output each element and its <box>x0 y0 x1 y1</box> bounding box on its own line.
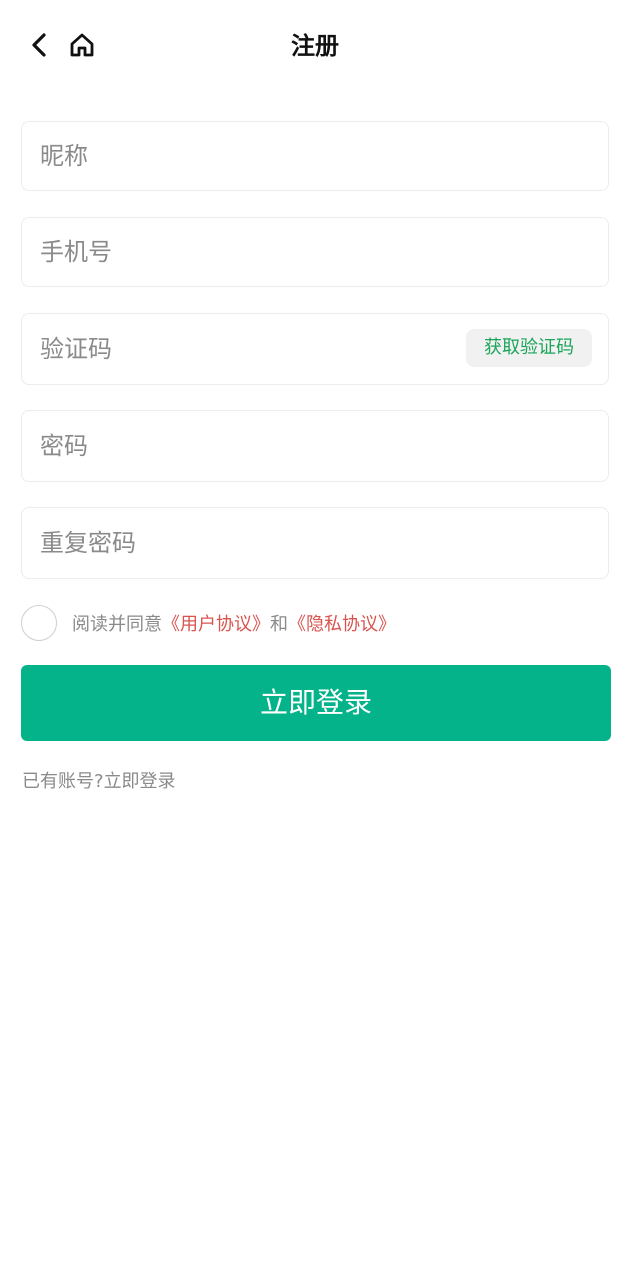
login-link[interactable]: 立即登录 <box>104 771 176 792</box>
nickname-input[interactable] <box>40 122 460 190</box>
back-button[interactable] <box>22 26 56 64</box>
home-icon <box>70 33 94 57</box>
repeat-password-input[interactable] <box>40 508 460 578</box>
password-field-box <box>21 410 609 482</box>
login-prompt: 已有账号?立即登录 <box>22 768 176 796</box>
phone-input[interactable] <box>40 218 460 286</box>
agreement-checkbox[interactable] <box>21 605 57 641</box>
repeat-password-field-box <box>21 507 609 579</box>
home-button[interactable] <box>64 26 100 64</box>
header: 注册 <box>0 0 630 92</box>
submit-button[interactable]: 立即登录 <box>21 665 611 741</box>
phone-field-box <box>21 217 609 287</box>
get-code-button[interactable]: 获取验证码 <box>466 329 592 367</box>
privacy-agreement-link[interactable]: 《隐私协议》 <box>288 614 396 635</box>
agreement-conjunction: 和 <box>270 614 288 635</box>
verification-code-input[interactable] <box>40 314 460 384</box>
have-account-text: 已有账号? <box>22 771 104 792</box>
chevron-left-icon <box>32 33 46 57</box>
agreement-prefix: 阅读并同意 <box>72 614 162 635</box>
register-page: 注册 获取验证码 阅读并同意《用户协议》和《隐私协议》 立即登录 已有账号?立即… <box>0 0 630 1280</box>
code-field-box: 获取验证码 <box>21 313 609 385</box>
user-agreement-link[interactable]: 《用户协议》 <box>162 614 270 635</box>
agreement-text: 阅读并同意《用户协议》和《隐私协议》 <box>72 610 396 636</box>
nickname-field-box <box>21 121 609 191</box>
password-input[interactable] <box>40 411 460 481</box>
agreement-row: 阅读并同意《用户协议》和《隐私协议》 <box>21 603 396 643</box>
page-title: 注册 <box>291 32 339 60</box>
